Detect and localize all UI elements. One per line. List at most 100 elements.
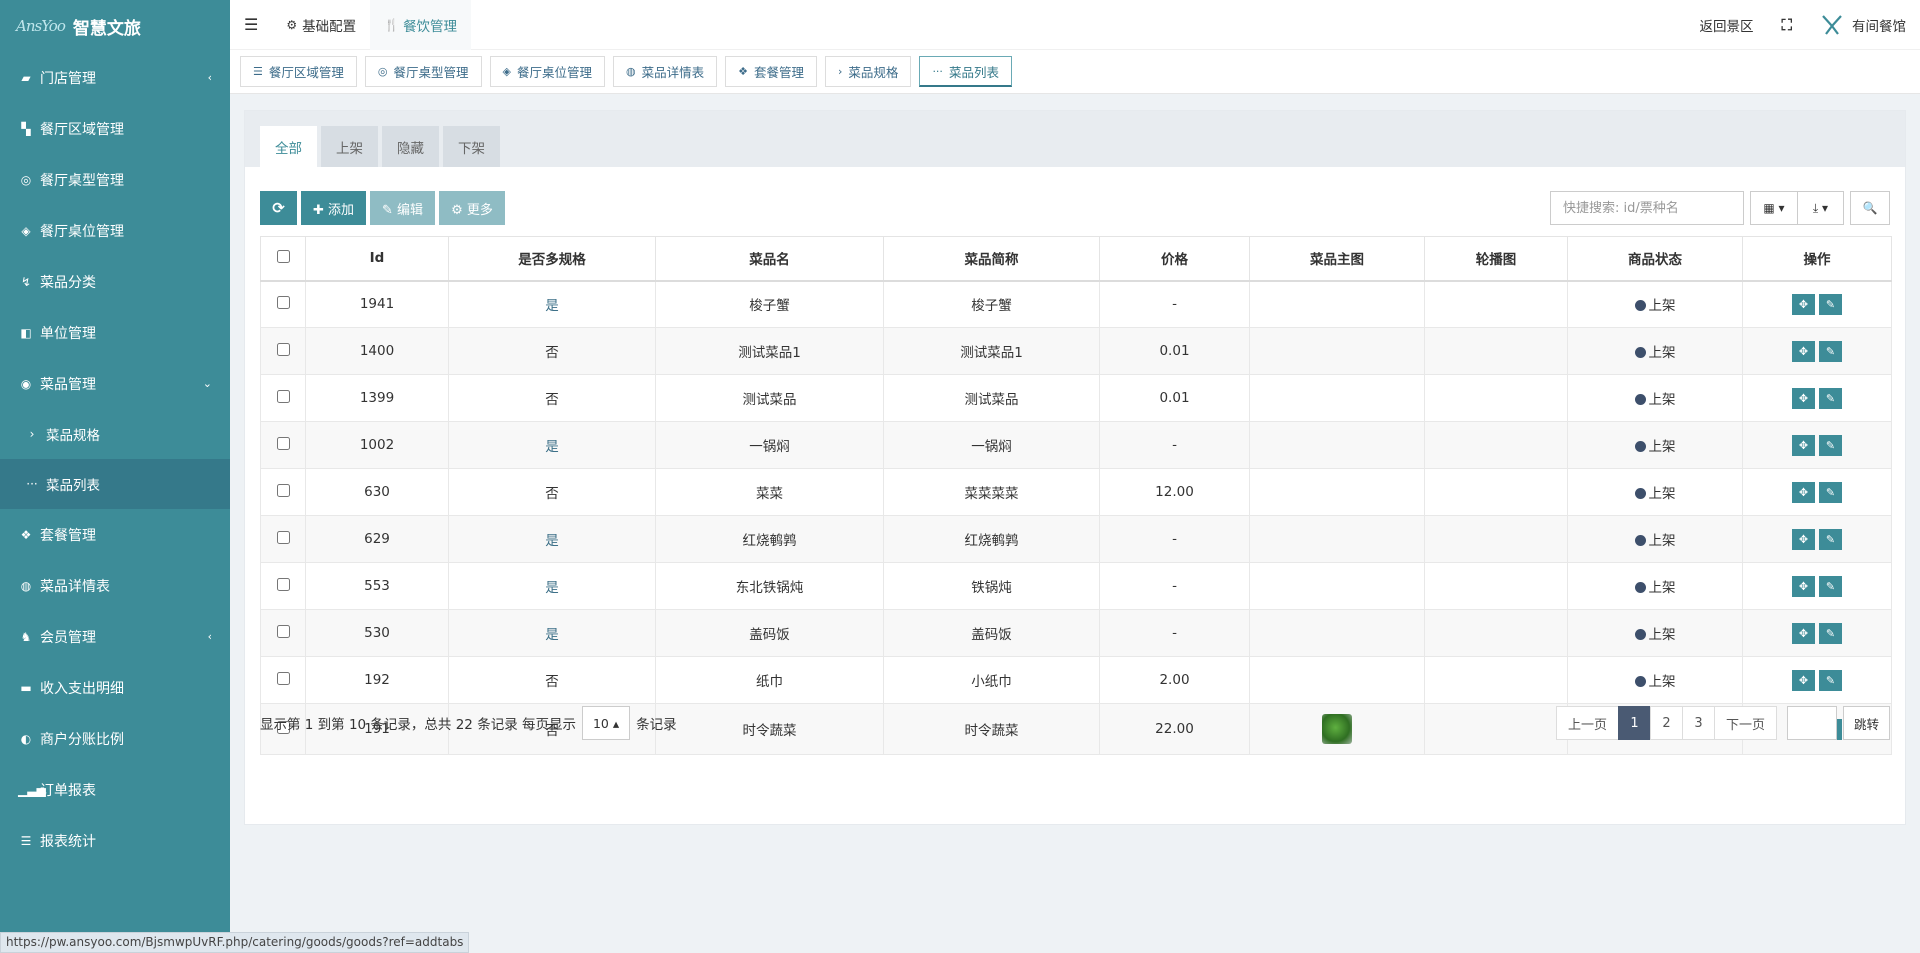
row-checkbox[interactable] — [276, 671, 290, 685]
sidebar-item[interactable]: ▬ 收入支出明细 — [0, 662, 230, 713]
col-multi-spec[interactable]: 是否多规格 — [448, 236, 656, 282]
table-row[interactable]: 192 否纸巾 小纸巾 2.00 上架 ✥ ✎ — [260, 656, 1892, 704]
sidebar-item[interactable]: ▰ 门店管理 ‹ — [0, 52, 230, 103]
page-2-button[interactable]: 2 — [1649, 706, 1683, 740]
sidebar-item[interactable]: ↯ 菜品分类 — [0, 256, 230, 307]
edit-row-button[interactable]: ✎ — [1819, 481, 1842, 503]
select-all-checkbox[interactable] — [276, 249, 290, 263]
edit-row-button[interactable]: ✎ — [1819, 528, 1842, 550]
page-size-select[interactable]: 10 ▴ — [581, 706, 631, 740]
add-button[interactable]: ✚ 添加 — [301, 191, 367, 225]
edit-row-button[interactable]: ✎ — [1819, 340, 1842, 362]
nav-basic-config[interactable]: ⚙ 基础配置 — [272, 0, 370, 50]
edit-row-button[interactable]: ✎ — [1819, 669, 1842, 691]
sidebar-item[interactable]: ▚ 餐厅区域管理 — [0, 103, 230, 154]
more-button[interactable]: ⚙ 更多 — [439, 191, 505, 225]
cell-carousel — [1424, 421, 1568, 469]
edit-row-button[interactable]: ✎ — [1819, 434, 1842, 456]
sidebar-item[interactable]: ··· 菜品列表 — [0, 459, 230, 509]
refresh-button[interactable]: ⟳ — [260, 191, 297, 225]
next-page-button[interactable]: 下一页 — [1713, 706, 1777, 740]
row-checkbox[interactable] — [276, 295, 290, 309]
row-checkbox[interactable] — [276, 436, 290, 450]
edit-row-button[interactable]: ✎ — [1819, 575, 1842, 597]
drag-sort-button[interactable]: ✥ — [1792, 481, 1815, 503]
search-button[interactable]: 🔍 — [1850, 191, 1890, 225]
sidebar-item[interactable]: ◈ 餐厅桌位管理 — [0, 205, 230, 256]
col-name[interactable]: 菜品名 — [655, 236, 884, 282]
page-3-button[interactable]: 3 — [1681, 706, 1715, 740]
page-tab[interactable]: ◎ 餐厅桌型管理 — [364, 56, 482, 87]
search-input[interactable] — [1550, 191, 1744, 225]
prev-page-button[interactable]: 上一页 — [1555, 706, 1619, 740]
sidebar-item[interactable]: ◉ 菜品管理 ⌄ — [0, 358, 230, 409]
drag-sort-button[interactable]: ✥ — [1792, 293, 1815, 315]
edit-row-button[interactable]: ✎ — [1819, 622, 1842, 644]
page-tab[interactable]: ◈ 餐厅桌位管理 — [489, 56, 605, 87]
export-button[interactable]: ⤓ ▾ — [1797, 192, 1843, 224]
cell-actions: ✥✎ — [1742, 280, 1892, 328]
filter-tab[interactable]: 上架 — [321, 126, 378, 167]
table-row[interactable]: 630 否菜菜 菜菜菜菜 12.00 上架 ✥ ✎ — [260, 468, 1892, 516]
page-tab[interactable]: ☰ 餐厅区域管理 — [240, 56, 357, 87]
row-checkbox[interactable] — [276, 342, 290, 356]
user-menu[interactable]: 有间餐馆 — [1806, 0, 1920, 50]
sidebar-item[interactable]: ◎ 餐厅桌型管理 — [0, 154, 230, 205]
row-checkbox[interactable] — [276, 577, 290, 591]
table-row[interactable]: 1400 否测试菜品1 测试菜品1 0.01 上架 ✥ ✎ — [260, 327, 1892, 375]
table-row[interactable]: 629 是红烧鹌鹑 红烧鹌鹑 - 上架 ✥ ✎ — [260, 515, 1892, 563]
row-select-cell — [260, 609, 306, 657]
col-short-name[interactable]: 菜品简称 — [883, 236, 1100, 282]
page-tab[interactable]: ❖ 套餐管理 — [725, 56, 818, 87]
drag-sort-button[interactable]: ✥ — [1792, 669, 1815, 691]
page-tab[interactable]: ··· 菜品列表 — [919, 56, 1012, 87]
table-row[interactable]: 530 是盖码饭 盖码饭 - 上架 ✥ ✎ — [260, 609, 1892, 657]
row-checkbox[interactable] — [276, 624, 290, 638]
jump-page-input[interactable] — [1786, 706, 1837, 740]
drag-sort-button[interactable]: ✥ — [1792, 434, 1815, 456]
page-tab[interactable]: › 菜品规格 — [825, 56, 912, 87]
table-row[interactable]: 553 是东北铁锅炖 铁锅炖 - 上架 ✥ ✎ — [260, 562, 1892, 610]
sidebar-item[interactable]: ❖ 套餐管理 — [0, 509, 230, 560]
cell-id: 1400 — [305, 327, 449, 375]
brand-logo[interactable]: AnsYoo 智慧文旅 — [0, 0, 230, 52]
drag-sort-button[interactable]: ✥ — [1792, 340, 1815, 362]
row-checkbox[interactable] — [276, 530, 290, 544]
select-all-cell — [260, 236, 306, 282]
row-checkbox[interactable] — [276, 389, 290, 403]
columns-button[interactable]: ▦ ▾ — [1751, 192, 1797, 224]
table-row[interactable]: 1002 是一锅焖 一锅焖 - 上架 ✥ ✎ — [260, 421, 1892, 469]
col-id[interactable]: Id — [305, 236, 449, 282]
table-row[interactable]: 1399 否测试菜品 测试菜品 0.01 上架 ✥ ✎ — [260, 374, 1892, 422]
drag-sort-button[interactable]: ✥ — [1792, 575, 1815, 597]
table-row[interactable]: 1941 是梭子蟹 梭子蟹 - 上架 ✥ ✎ — [260, 280, 1892, 328]
edit-row-button[interactable]: ✎ — [1819, 387, 1842, 409]
filter-tab[interactable]: 全部 — [260, 126, 317, 167]
menu-toggle-button[interactable]: ☰ — [230, 0, 272, 50]
col-price[interactable]: 价格 — [1099, 236, 1250, 282]
col-status[interactable]: 商品状态 — [1567, 236, 1743, 282]
jump-button[interactable]: 跳转 — [1842, 706, 1890, 740]
drag-sort-button[interactable]: ✥ — [1792, 622, 1815, 644]
sidebar-item[interactable]: ◧ 单位管理 — [0, 307, 230, 358]
back-to-scenic-button[interactable]: 返回景区 — [1685, 0, 1767, 50]
edit-button[interactable]: ✎ 编辑 — [370, 191, 436, 225]
nav-catering[interactable]: 🍴 餐饮管理 — [370, 0, 472, 50]
sidebar-item[interactable]: ☰ 报表统计 — [0, 815, 230, 866]
edit-row-button[interactable]: ✎ — [1819, 293, 1842, 315]
sidebar-item[interactable]: ▁▃▅ 订单报表 — [0, 764, 230, 815]
page-1-button[interactable]: 1 — [1617, 706, 1651, 740]
filter-tab[interactable]: 隐藏 — [382, 126, 439, 167]
filter-tab[interactable]: 下架 — [443, 126, 500, 167]
row-checkbox[interactable] — [276, 483, 290, 497]
fullscreen-button[interactable]: ⛶ — [1767, 0, 1806, 50]
sidebar-item[interactable]: ◍ 菜品详情表 — [0, 560, 230, 611]
page-tab[interactable]: ◍ 菜品详情表 — [613, 56, 718, 87]
sidebar-item[interactable]: ♞ 会员管理 ‹ — [0, 611, 230, 662]
drag-sort-button[interactable]: ✥ — [1792, 387, 1815, 409]
status-bar-url: https://pw.ansyoo.com/BjsmwpUvRF.php/cat… — [0, 932, 470, 953]
sidebar-item[interactable]: › 菜品规格 — [0, 409, 230, 459]
cell-actions: ✥✎ — [1742, 609, 1892, 657]
drag-sort-button[interactable]: ✥ — [1792, 528, 1815, 550]
sidebar-item[interactable]: ◐ 商户分账比例 — [0, 713, 230, 764]
